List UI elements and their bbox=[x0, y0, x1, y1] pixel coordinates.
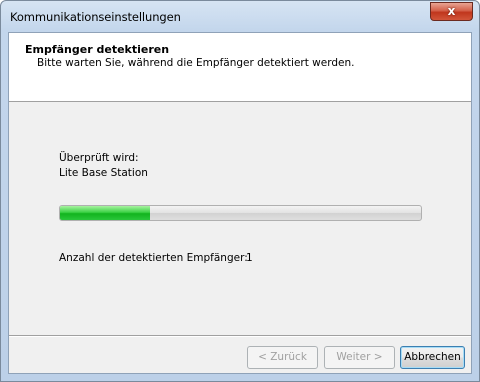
footer-divider bbox=[9, 335, 471, 337]
checking-value: Lite Base Station bbox=[59, 167, 148, 179]
window-title: Kommunikationseinstellungen bbox=[10, 10, 181, 24]
back-button[interactable]: < Zurück bbox=[247, 346, 318, 369]
cancel-button[interactable]: Abbrechen bbox=[400, 346, 465, 369]
progress-bar bbox=[59, 205, 422, 221]
detected-count-label: Anzahl der detektierten Empfänger: bbox=[59, 252, 248, 264]
close-icon: x bbox=[447, 4, 456, 18]
next-button[interactable]: Weiter > bbox=[324, 346, 395, 369]
detected-count-value: 1 bbox=[246, 252, 253, 264]
dialog-client-area: Empfänger detektieren Bitte warten Sie, … bbox=[8, 32, 472, 374]
checking-label: Überprüft wird: bbox=[59, 152, 139, 164]
progress-bar-fill bbox=[60, 206, 151, 220]
title-bar[interactable]: Kommunikationseinstellungen x bbox=[1, 1, 479, 33]
page-subtitle: Bitte warten Sie, während die Empfänger … bbox=[37, 57, 355, 69]
wizard-header: Empfänger detektieren Bitte warten Sie, … bbox=[9, 33, 471, 102]
close-button[interactable]: x bbox=[430, 2, 473, 21]
dialog-window: Kommunikationseinstellungen x Empfänger … bbox=[0, 0, 480, 382]
page-title: Empfänger detektieren bbox=[25, 43, 170, 56]
